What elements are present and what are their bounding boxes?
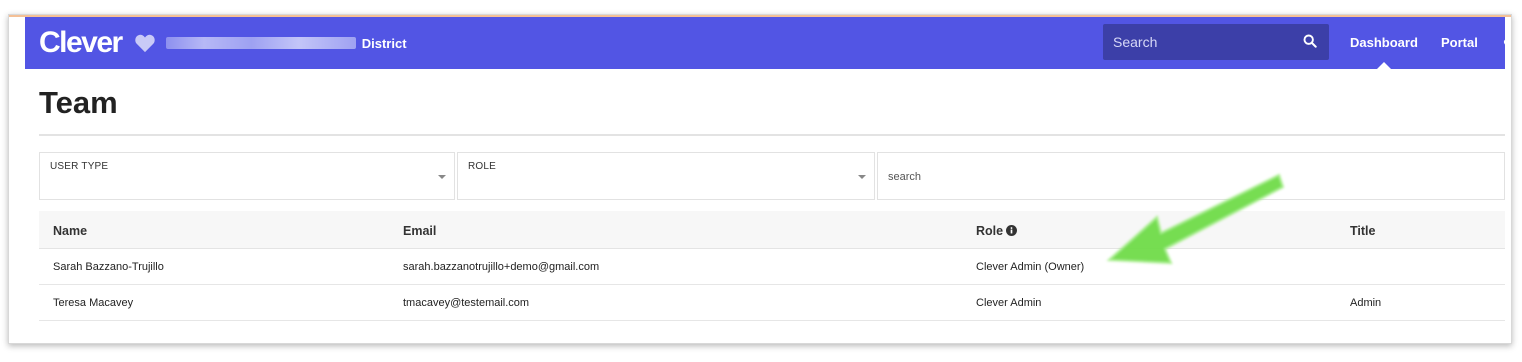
role-label: ROLE (468, 161, 497, 172)
global-search-input[interactable] (1103, 34, 1293, 50)
cell-name[interactable]: Teresa Macavey (53, 297, 133, 309)
arrow-pointer-icon (1106, 173, 1285, 265)
table-row[interactable]: Teresa Macavey tmacavey@testemail.com Cl… (39, 285, 1505, 321)
info-icon[interactable] (1006, 225, 1018, 236)
cell-name[interactable]: Sarah Bazzano-Trujillo (53, 261, 164, 273)
cell-role: Clever Admin (976, 297, 1042, 309)
column-header-role[interactable]: Role (976, 224, 1018, 238)
cell-title: Admin (1350, 297, 1382, 309)
cell-role: Clever Admin (Owner) (976, 261, 1085, 273)
nav-overflow-icon[interactable]: ◖ (1501, 33, 1509, 49)
chevron-down-icon[interactable] (858, 175, 866, 179)
page-title: Team (39, 85, 118, 120)
district-label: District (361, 35, 407, 51)
user-type-filter[interactable]: USER TYPE (39, 152, 455, 200)
nav-dashboard-link[interactable]: Dashboard (1350, 35, 1418, 50)
browser-window: Clever District Dashboard Portal ◖ Team … (8, 14, 1512, 344)
cell-email: sarah.bazzanotrujillo+demo@gmail.com (403, 261, 600, 273)
nav-portal-link[interactable]: Portal (1441, 35, 1478, 50)
top-navbar: Clever District Dashboard Portal ◖ (25, 17, 1509, 69)
role-filter[interactable]: ROLE (457, 152, 875, 200)
column-header-title[interactable]: Title (1350, 224, 1375, 238)
column-header-name[interactable]: Name (53, 224, 87, 238)
column-header-email[interactable]: Email (403, 224, 436, 238)
cell-email: tmacavey@testemail.com (403, 297, 530, 309)
chevron-down-icon[interactable] (438, 175, 446, 179)
district-name-redacted (165, 37, 356, 49)
heart-icon (135, 34, 155, 53)
user-type-label: USER TYPE (50, 161, 109, 172)
active-nav-caret-icon (1377, 62, 1391, 69)
search-icon[interactable] (1303, 34, 1317, 48)
clever-logo[interactable]: Clever (39, 26, 123, 60)
role-header-label: Role (976, 224, 1004, 238)
global-search[interactable] (1103, 24, 1329, 60)
title-divider (39, 134, 1505, 136)
